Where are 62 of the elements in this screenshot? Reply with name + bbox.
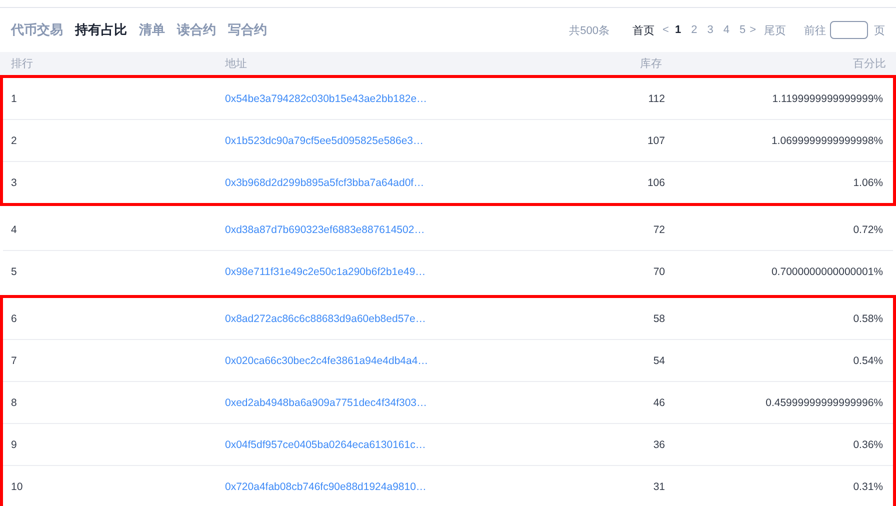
stock-cell-text: 46	[652, 396, 665, 408]
percent-cell-text: 0.72%	[852, 224, 883, 236]
stock-cell-text: 107	[646, 134, 665, 146]
percent-cell-text: 0.7000000000000001%	[770, 266, 883, 278]
total-count: 共500条	[569, 24, 610, 38]
previous-page-button[interactable]: <	[662, 24, 669, 36]
address-link[interactable]: 0xd38a87d7b690323ef6883e887614502…	[225, 224, 425, 236]
stock-cell-text: 31	[652, 480, 665, 492]
page-number[interactable]: 1	[674, 24, 682, 36]
address-link[interactable]: 0x1b523dc90a79cf5ee5d095825e586e3…	[225, 134, 424, 146]
column-header: 地址	[225, 57, 248, 71]
column-header: 库存	[639, 56, 662, 71]
rank-cell-text: 2	[10, 134, 17, 146]
stock-cell-text: 70	[652, 266, 665, 278]
percent-cell-text: 0.58%	[852, 312, 883, 324]
tab[interactable]: 写合约	[228, 21, 267, 39]
address-link[interactable]: 0x3b968d2d299b895a5fcf3bba7a64ad0f…	[225, 176, 424, 188]
stock-cell-text: 36	[652, 438, 665, 450]
page-input[interactable]	[830, 21, 868, 39]
rank-cell-text: 9	[10, 438, 17, 450]
tab[interactable]: 读合约	[177, 21, 216, 39]
percent-cell-text: 1.0699999999999998%	[770, 134, 883, 146]
rank-cell-text: 7	[10, 354, 17, 366]
rank-cell-text: 4	[10, 224, 17, 236]
column-header: 排行	[10, 57, 34, 71]
stock-cell-text: 54	[652, 354, 665, 366]
address-link[interactable]: 0x8ad272ac86c6c88683d9a60eb8ed57e…	[225, 312, 426, 324]
percent-cell-text: 1.1199999999999999%	[771, 92, 883, 104]
percent-cell-text: 0.31%	[852, 480, 883, 492]
last-page-link[interactable]: 尾页	[764, 22, 786, 38]
address-link[interactable]: 0xed2ab4948ba6a909a7751dec4f34f303…	[225, 396, 428, 408]
rank-cell-text: 1	[10, 92, 17, 104]
percent-cell-text: 1.06%	[852, 176, 883, 188]
address-link[interactable]: 0x54be3a794282c030b15e43ae2bb182e…	[225, 92, 428, 104]
percent-cell-text: 0.36%	[852, 438, 883, 450]
first-page-link[interactable]: 首页	[632, 22, 654, 38]
page-number[interactable]: 5	[739, 24, 746, 36]
stock-cell-text: 72	[652, 224, 665, 236]
stock-cell-text: 112	[647, 92, 665, 104]
page-number[interactable]: 2	[691, 24, 698, 36]
page-suffix: 页	[874, 24, 885, 38]
percent-cell-text: 0.45999999999999996%	[764, 396, 883, 408]
page-number[interactable]: 4	[723, 24, 730, 36]
rank-cell-text: 6	[10, 312, 17, 324]
percent-cell-text: 0.54%	[852, 354, 883, 366]
stock-cell-text: 106	[646, 176, 665, 188]
stock-cell-text: 58	[652, 312, 665, 324]
tab[interactable]: 代币交易	[11, 21, 63, 39]
address-link[interactable]: 0x98e711f31e49c2e50c1a290b6f2b1e49…	[225, 266, 426, 278]
address-link[interactable]: 0x720a4fab08cb746fc90e88d1924a9810…	[225, 480, 426, 492]
goto-label: 前往	[804, 24, 826, 38]
address-link[interactable]: 0x04f5df957ce0405ba0264eca6130161c…	[225, 438, 426, 450]
tab[interactable]: 清单	[139, 21, 165, 39]
rank-cell-text: 3	[10, 176, 17, 188]
address-link[interactable]: 0x020ca66c30bec2c4fe3861a94e4db4a4…	[225, 354, 428, 366]
rank-cell-text: 8	[10, 396, 17, 408]
rank-cell-text: 5	[10, 266, 17, 278]
rank-cell-text: 10	[10, 480, 23, 492]
page-number[interactable]: 3	[707, 24, 714, 36]
column-header: 百分比	[852, 57, 886, 71]
next-page-button[interactable]: >	[750, 24, 756, 36]
tab[interactable]: 持有占比	[75, 21, 127, 39]
